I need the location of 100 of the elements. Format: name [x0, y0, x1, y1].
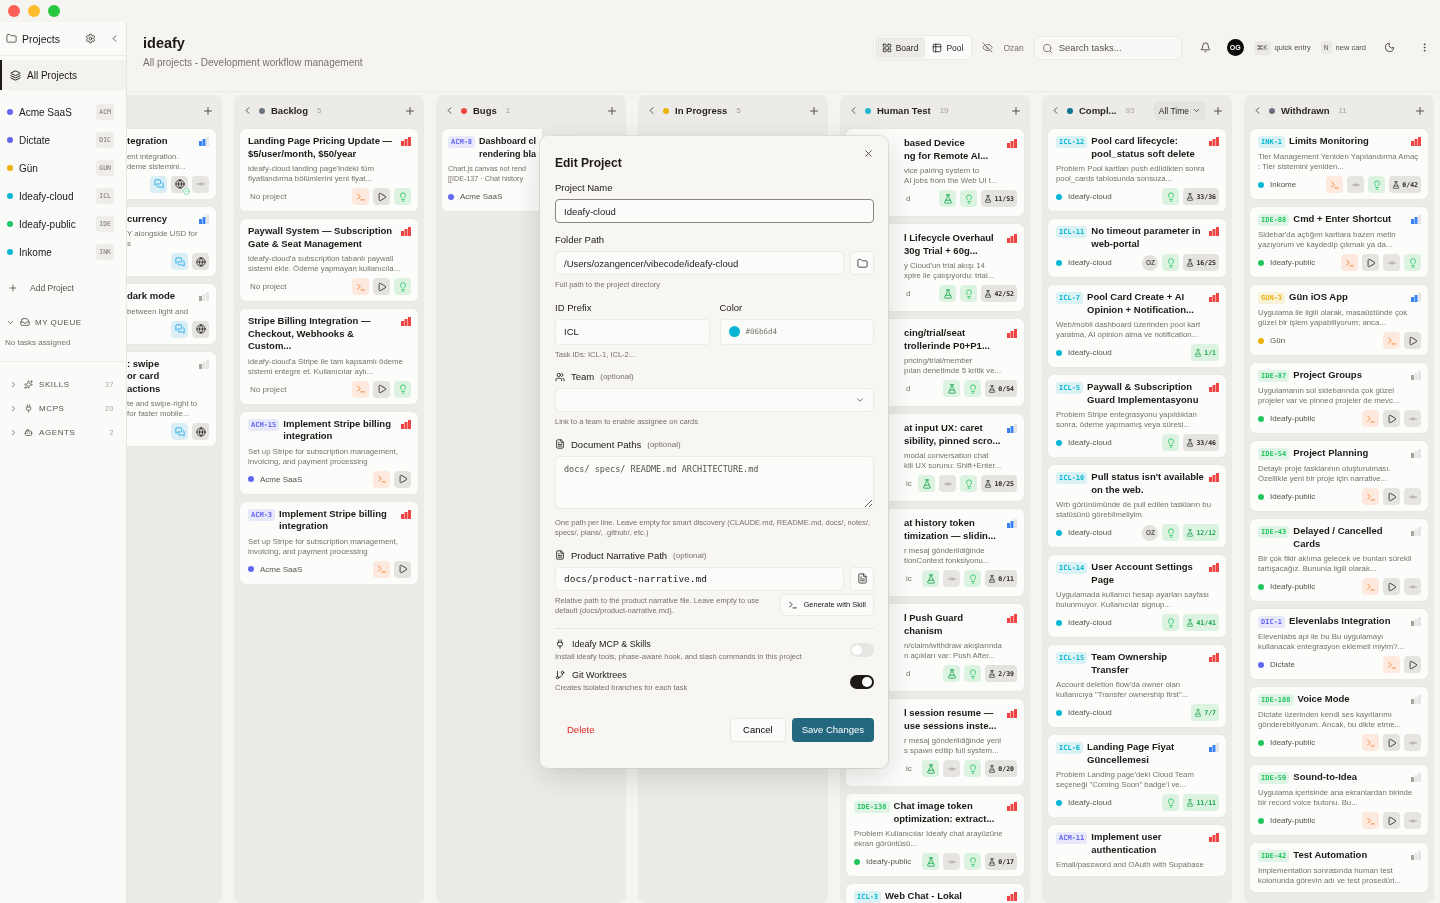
play-button[interactable]	[1383, 578, 1400, 595]
idea-button[interactable]	[1162, 614, 1180, 631]
lightbulb-icon	[397, 384, 408, 394]
theme-button[interactable]	[1384, 42, 1395, 53]
idea-button[interactable]	[964, 760, 982, 777]
document-paths-field[interactable]: docs/ specs/ README.md ARCHITECTURE.md	[555, 455, 874, 509]
terminal-button[interactable]	[1326, 176, 1344, 193]
folder-path-field[interactable]: /Users/ozangencer/vibecode/ideafy-cloud	[555, 251, 844, 275]
add-card-button[interactable]	[202, 104, 214, 117]
plus-icon	[606, 104, 618, 117]
toggle-switch[interactable]	[850, 674, 874, 689]
close-button[interactable]	[863, 148, 874, 159]
play-button[interactable]	[1383, 488, 1400, 505]
test-button[interactable]	[918, 475, 936, 492]
globe-button[interactable]	[192, 423, 209, 440]
play-button[interactable]	[394, 560, 411, 578]
eye-off-icon	[982, 42, 994, 53]
optional-note: (optional)	[600, 372, 634, 381]
play-icon	[1386, 815, 1397, 826]
test-button[interactable]	[922, 570, 940, 587]
add-project-button[interactable]: Add Project	[0, 274, 126, 302]
notifications-button[interactable]	[1199, 42, 1211, 53]
card-title: : swipe or card actions	[127, 357, 162, 395]
add-card-button[interactable]	[1010, 104, 1022, 117]
play-button[interactable]	[373, 278, 390, 295]
idea-button[interactable]	[964, 853, 982, 870]
search-field[interactable]: Search tasks...	[1033, 35, 1182, 60]
minimize-button[interactable]	[28, 5, 40, 17]
idea-button[interactable]	[1404, 254, 1421, 271]
view-tab[interactable]: Board	[874, 37, 926, 58]
toggle-switch[interactable]	[850, 643, 874, 658]
project-name-field[interactable]: Ideafy-cloud	[555, 199, 874, 223]
add-card-button[interactable]	[606, 104, 618, 117]
user-filter[interactable]: Ozan	[1003, 42, 1024, 53]
all-projects-item[interactable]: All Projects	[0, 60, 126, 90]
commit-button[interactable]	[943, 760, 961, 777]
add-card-button[interactable]	[404, 104, 416, 117]
settings-button[interactable]	[85, 33, 96, 44]
card-title: Stripe Billing Integration — Checkout, Webhooks & Custom...	[248, 315, 372, 353]
idea-button[interactable]	[964, 570, 982, 587]
cancel-button[interactable]: Cancel	[730, 717, 786, 742]
time-filter[interactable]: All Time	[1153, 101, 1206, 120]
add-card-button[interactable]	[1212, 104, 1224, 117]
idea-button[interactable]	[1162, 794, 1180, 811]
add-card-button[interactable]	[1414, 104, 1426, 117]
narrative-path-field[interactable]: docs/product-narrative.md	[555, 566, 844, 591]
idea-button[interactable]	[1368, 176, 1386, 193]
globe-button[interactable]	[171, 175, 188, 193]
commit-button[interactable]	[939, 475, 957, 492]
inbox-icon	[20, 317, 30, 327]
test-button[interactable]	[939, 285, 957, 302]
test-button[interactable]	[939, 190, 957, 207]
column-title: In Progress	[675, 105, 728, 116]
browse-button[interactable]	[850, 251, 874, 275]
project-name: Ideafy-public	[1270, 258, 1317, 267]
add-card-button[interactable]	[808, 104, 820, 117]
branch-icon	[555, 670, 565, 680]
test-button[interactable]	[922, 853, 940, 870]
test-button[interactable]	[922, 760, 940, 777]
test-button[interactable]	[943, 380, 961, 397]
idea-button[interactable]	[1162, 254, 1180, 271]
globe-button[interactable]	[192, 320, 209, 338]
visibility-button[interactable]	[982, 42, 994, 53]
id-prefix-field[interactable]: ICL	[555, 318, 710, 345]
play-button[interactable]	[373, 380, 390, 398]
maximize-button[interactable]	[48, 5, 60, 17]
terminal-icon	[788, 599, 799, 610]
play-button[interactable]	[1383, 410, 1400, 427]
play-button[interactable]	[1383, 812, 1400, 829]
commit-button[interactable]	[943, 570, 961, 587]
queue-header[interactable]: MY QUEUE	[0, 310, 126, 334]
globe-button[interactable]	[192, 253, 209, 270]
idea-button[interactable]	[960, 190, 978, 207]
lightbulb-icon	[1165, 797, 1176, 808]
card-title: Landing Page Pricing Update — $5/user/month, $50/year	[248, 135, 394, 160]
idea-button[interactable]	[960, 475, 978, 492]
idea-button[interactable]	[964, 665, 982, 682]
idea-button[interactable]	[1162, 434, 1180, 451]
play-icon	[1386, 581, 1397, 592]
view-tab[interactable]: Pool	[925, 37, 971, 58]
save-button[interactable]: Save Changes	[791, 717, 874, 742]
play-button[interactable]	[1362, 254, 1379, 271]
play-button[interactable]	[1404, 656, 1421, 673]
idea-button[interactable]	[960, 285, 978, 302]
commit-button[interactable]	[1347, 176, 1365, 193]
folder-icon	[856, 257, 868, 269]
card-count: 1	[505, 106, 511, 115]
commit-button[interactable]	[943, 853, 961, 870]
play-button[interactable]	[1404, 332, 1421, 349]
team-select[interactable]	[555, 388, 874, 412]
idea-button[interactable]	[964, 380, 982, 397]
delete-button[interactable]: Delete	[555, 720, 607, 739]
idea-button[interactable]	[1162, 524, 1180, 541]
card-title: Web Chat - Lokal	[885, 890, 963, 903]
test-button[interactable]	[943, 665, 961, 682]
play-button[interactable]	[373, 188, 390, 205]
file-button[interactable]	[850, 566, 874, 591]
play-button[interactable]	[394, 470, 411, 488]
idea-button[interactable]	[1162, 188, 1180, 205]
play-button[interactable]	[1383, 734, 1400, 751]
